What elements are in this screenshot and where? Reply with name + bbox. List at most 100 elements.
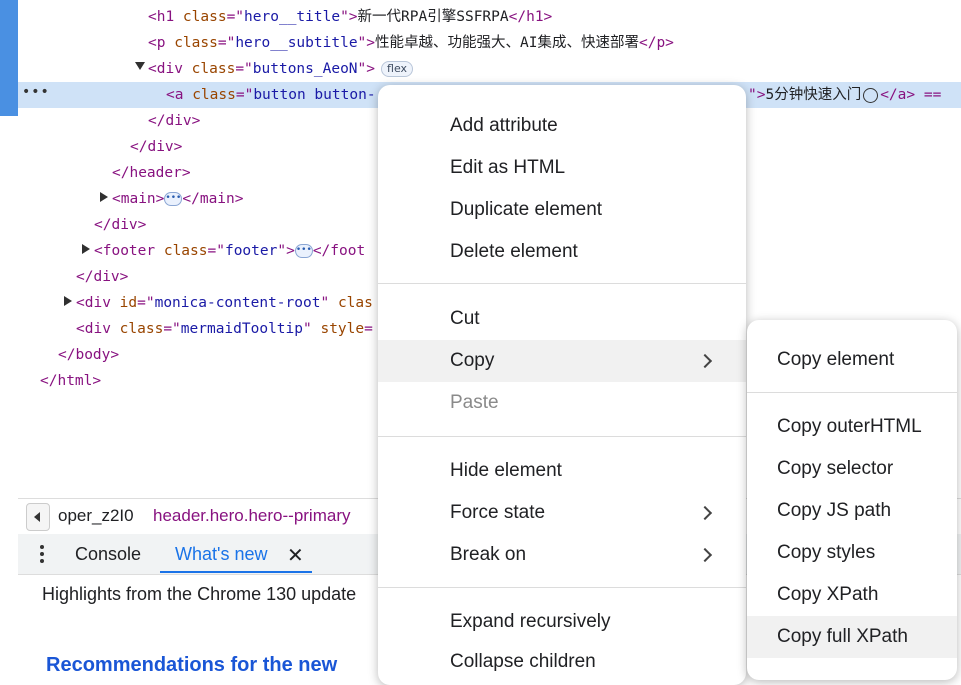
menu-separator	[378, 587, 746, 588]
dom-token: class	[119, 321, 164, 337]
submenu-item-copy-selector[interactable]: Copy selector	[747, 448, 957, 490]
dom-token: clas	[337, 295, 373, 311]
dom-token: ">	[340, 9, 358, 25]
dom-token: </div>	[130, 139, 183, 155]
dom-token: ">	[277, 243, 295, 259]
whats-new-heading: Highlights from the Chrome 130 update	[42, 584, 357, 604]
submenu-item-copy-js-path[interactable]: Copy JS path	[747, 490, 957, 532]
expand-triangle-icon[interactable]	[82, 244, 90, 254]
menu-item-label: Hide element	[450, 460, 562, 481]
menu-item-edit-as-html[interactable]: Edit as HTML	[378, 147, 746, 189]
dom-token: <div	[76, 321, 120, 337]
collapsed-children-ellipsis-icon[interactable]: •••	[294, 244, 313, 258]
expand-triangle-icon[interactable]	[64, 296, 72, 306]
scroll-left-button[interactable]	[26, 503, 50, 531]
dom-node-line[interactable]: <footer class="footer">•••</foot	[94, 238, 365, 264]
dom-token: </h1>	[508, 9, 553, 25]
dom-token: <main>	[112, 191, 165, 207]
dom-token: </div>	[94, 217, 147, 233]
menu-item-label: Copy XPath	[777, 584, 879, 605]
active-tab-underline	[160, 571, 312, 573]
dom-token: <p	[148, 35, 175, 51]
context-menu: Add attribute Edit as HTML Duplicate ele…	[378, 85, 746, 685]
close-tab-icon[interactable]: ✕	[287, 543, 304, 568]
menu-item-delete-element[interactable]: Delete element	[378, 231, 746, 273]
menu-item-label: Paste	[450, 392, 499, 413]
collapse-triangle-icon[interactable]	[135, 62, 145, 70]
menu-item-label: Copy styles	[777, 542, 876, 563]
dom-node-line[interactable]: <div id="monica-content-root" clas	[76, 290, 373, 316]
chevron-right-icon	[697, 547, 713, 563]
dom-token: class	[191, 61, 236, 77]
dom-node-line[interactable]: <div class="mermaidTooltip" style=	[76, 316, 373, 342]
dom-token: </header>	[112, 165, 191, 181]
flex-badge[interactable]: flex	[381, 61, 414, 77]
menu-item-label: Edit as HTML	[450, 157, 566, 178]
menu-item-label: Add attribute	[450, 115, 558, 136]
dom-node-line[interactable]: <div class="buttons_AeoN"> flex	[148, 56, 414, 82]
dom-token: "	[320, 295, 338, 311]
dom-token: ="	[226, 9, 245, 25]
menu-item-label: Copy element	[777, 349, 895, 370]
expand-triangle-icon[interactable]	[100, 192, 108, 202]
tab-whats-new[interactable]: What's new	[175, 544, 267, 565]
submenu-item-copy-full-xpath[interactable]: Copy full XPath	[747, 616, 957, 658]
collapsed-children-ellipsis-icon[interactable]: •••	[164, 192, 183, 206]
dom-token: </div>	[76, 269, 129, 285]
menu-item-label: Break on	[450, 544, 527, 565]
dom-node-line[interactable]: </body>	[58, 342, 119, 368]
dom-node-line[interactable]: </div>	[76, 264, 128, 290]
dom-token: <a	[166, 87, 193, 103]
selection-indicator-strip	[0, 0, 18, 116]
dom-token: class	[163, 243, 208, 259]
submenu-item-copy-outerhtml[interactable]: Copy outerHTML	[747, 406, 957, 448]
dom-token: ">	[357, 61, 376, 77]
dom-node-line[interactable]: </div>	[94, 212, 146, 238]
menu-item-break-on[interactable]: Break on	[378, 534, 746, 576]
stopwatch-icon	[863, 87, 879, 103]
menu-item-label: Copy selector	[777, 458, 894, 479]
dom-node-line[interactable]: </header>	[112, 160, 191, 186]
menu-item-add-attribute[interactable]: Add attribute	[378, 105, 746, 147]
menu-separator	[747, 392, 957, 393]
menu-item-hide-element[interactable]: Hide element	[378, 450, 746, 492]
tab-console[interactable]: Console	[75, 544, 141, 565]
dom-token: button button-	[253, 87, 376, 103]
breadcrumb-item-selected[interactable]: header.hero.hero--primary	[153, 506, 350, 526]
dom-token: ="	[235, 87, 254, 103]
submenu-item-copy-element[interactable]: Copy element	[747, 339, 957, 381]
tag-close: </a> ==	[880, 87, 942, 103]
dom-node-line[interactable]: <a class="button button-	[166, 82, 376, 108]
menu-item-collapse-children[interactable]: Collapse children	[378, 641, 746, 683]
menu-item-label: Force state	[450, 502, 546, 523]
menu-item-force-state[interactable]: Force state	[378, 492, 746, 534]
dom-node-line[interactable]: </div>	[130, 134, 182, 160]
dom-token: =	[364, 321, 373, 337]
dom-token: </body>	[58, 347, 120, 363]
dom-node-line[interactable]: <main>•••</main>	[112, 186, 244, 212]
dom-token: 性能卓越、功能强大、AI集成、快速部署	[375, 35, 639, 51]
link-text: 5分钟快速入门	[765, 87, 862, 103]
dom-token: ="	[137, 295, 155, 311]
dom-node-line[interactable]: <p class="hero__subtitle">性能卓越、功能强大、AI集成…	[148, 30, 674, 56]
dom-node-line[interactable]: </div>	[148, 108, 200, 134]
menu-item-cut[interactable]: Cut	[378, 298, 746, 340]
menu-item-expand-recursively[interactable]: Expand recursively	[378, 601, 746, 643]
menu-item-label: Copy outerHTML	[777, 416, 922, 437]
drawer-menu-icon[interactable]	[40, 545, 44, 566]
dom-node-line[interactable]: <h1 class="hero__title">新一代RPA引擎SSFRPA</…	[148, 4, 552, 30]
breadcrumb-item[interactable]: oper_z2I0	[58, 506, 134, 526]
submenu-item-copy-styles[interactable]: Copy styles	[747, 532, 957, 574]
menu-item-duplicate-element[interactable]: Duplicate element	[378, 189, 746, 231]
menu-item-label: Cut	[450, 308, 480, 329]
submenu-item-copy-xpath[interactable]: Copy XPath	[747, 574, 957, 616]
dom-node-line[interactable]: </html>	[40, 368, 101, 394]
recommendations-heading[interactable]: Recommendations for the new	[46, 654, 337, 677]
menu-item-copy[interactable]: Copy	[378, 340, 746, 382]
menu-separator	[378, 436, 746, 437]
dom-token: </foot	[312, 243, 366, 259]
menu-item-label: Delete element	[450, 241, 578, 262]
menu-item-label: Copy full XPath	[777, 626, 908, 647]
menu-item-label: Copy JS path	[777, 500, 892, 521]
dom-token: <div	[148, 61, 192, 77]
